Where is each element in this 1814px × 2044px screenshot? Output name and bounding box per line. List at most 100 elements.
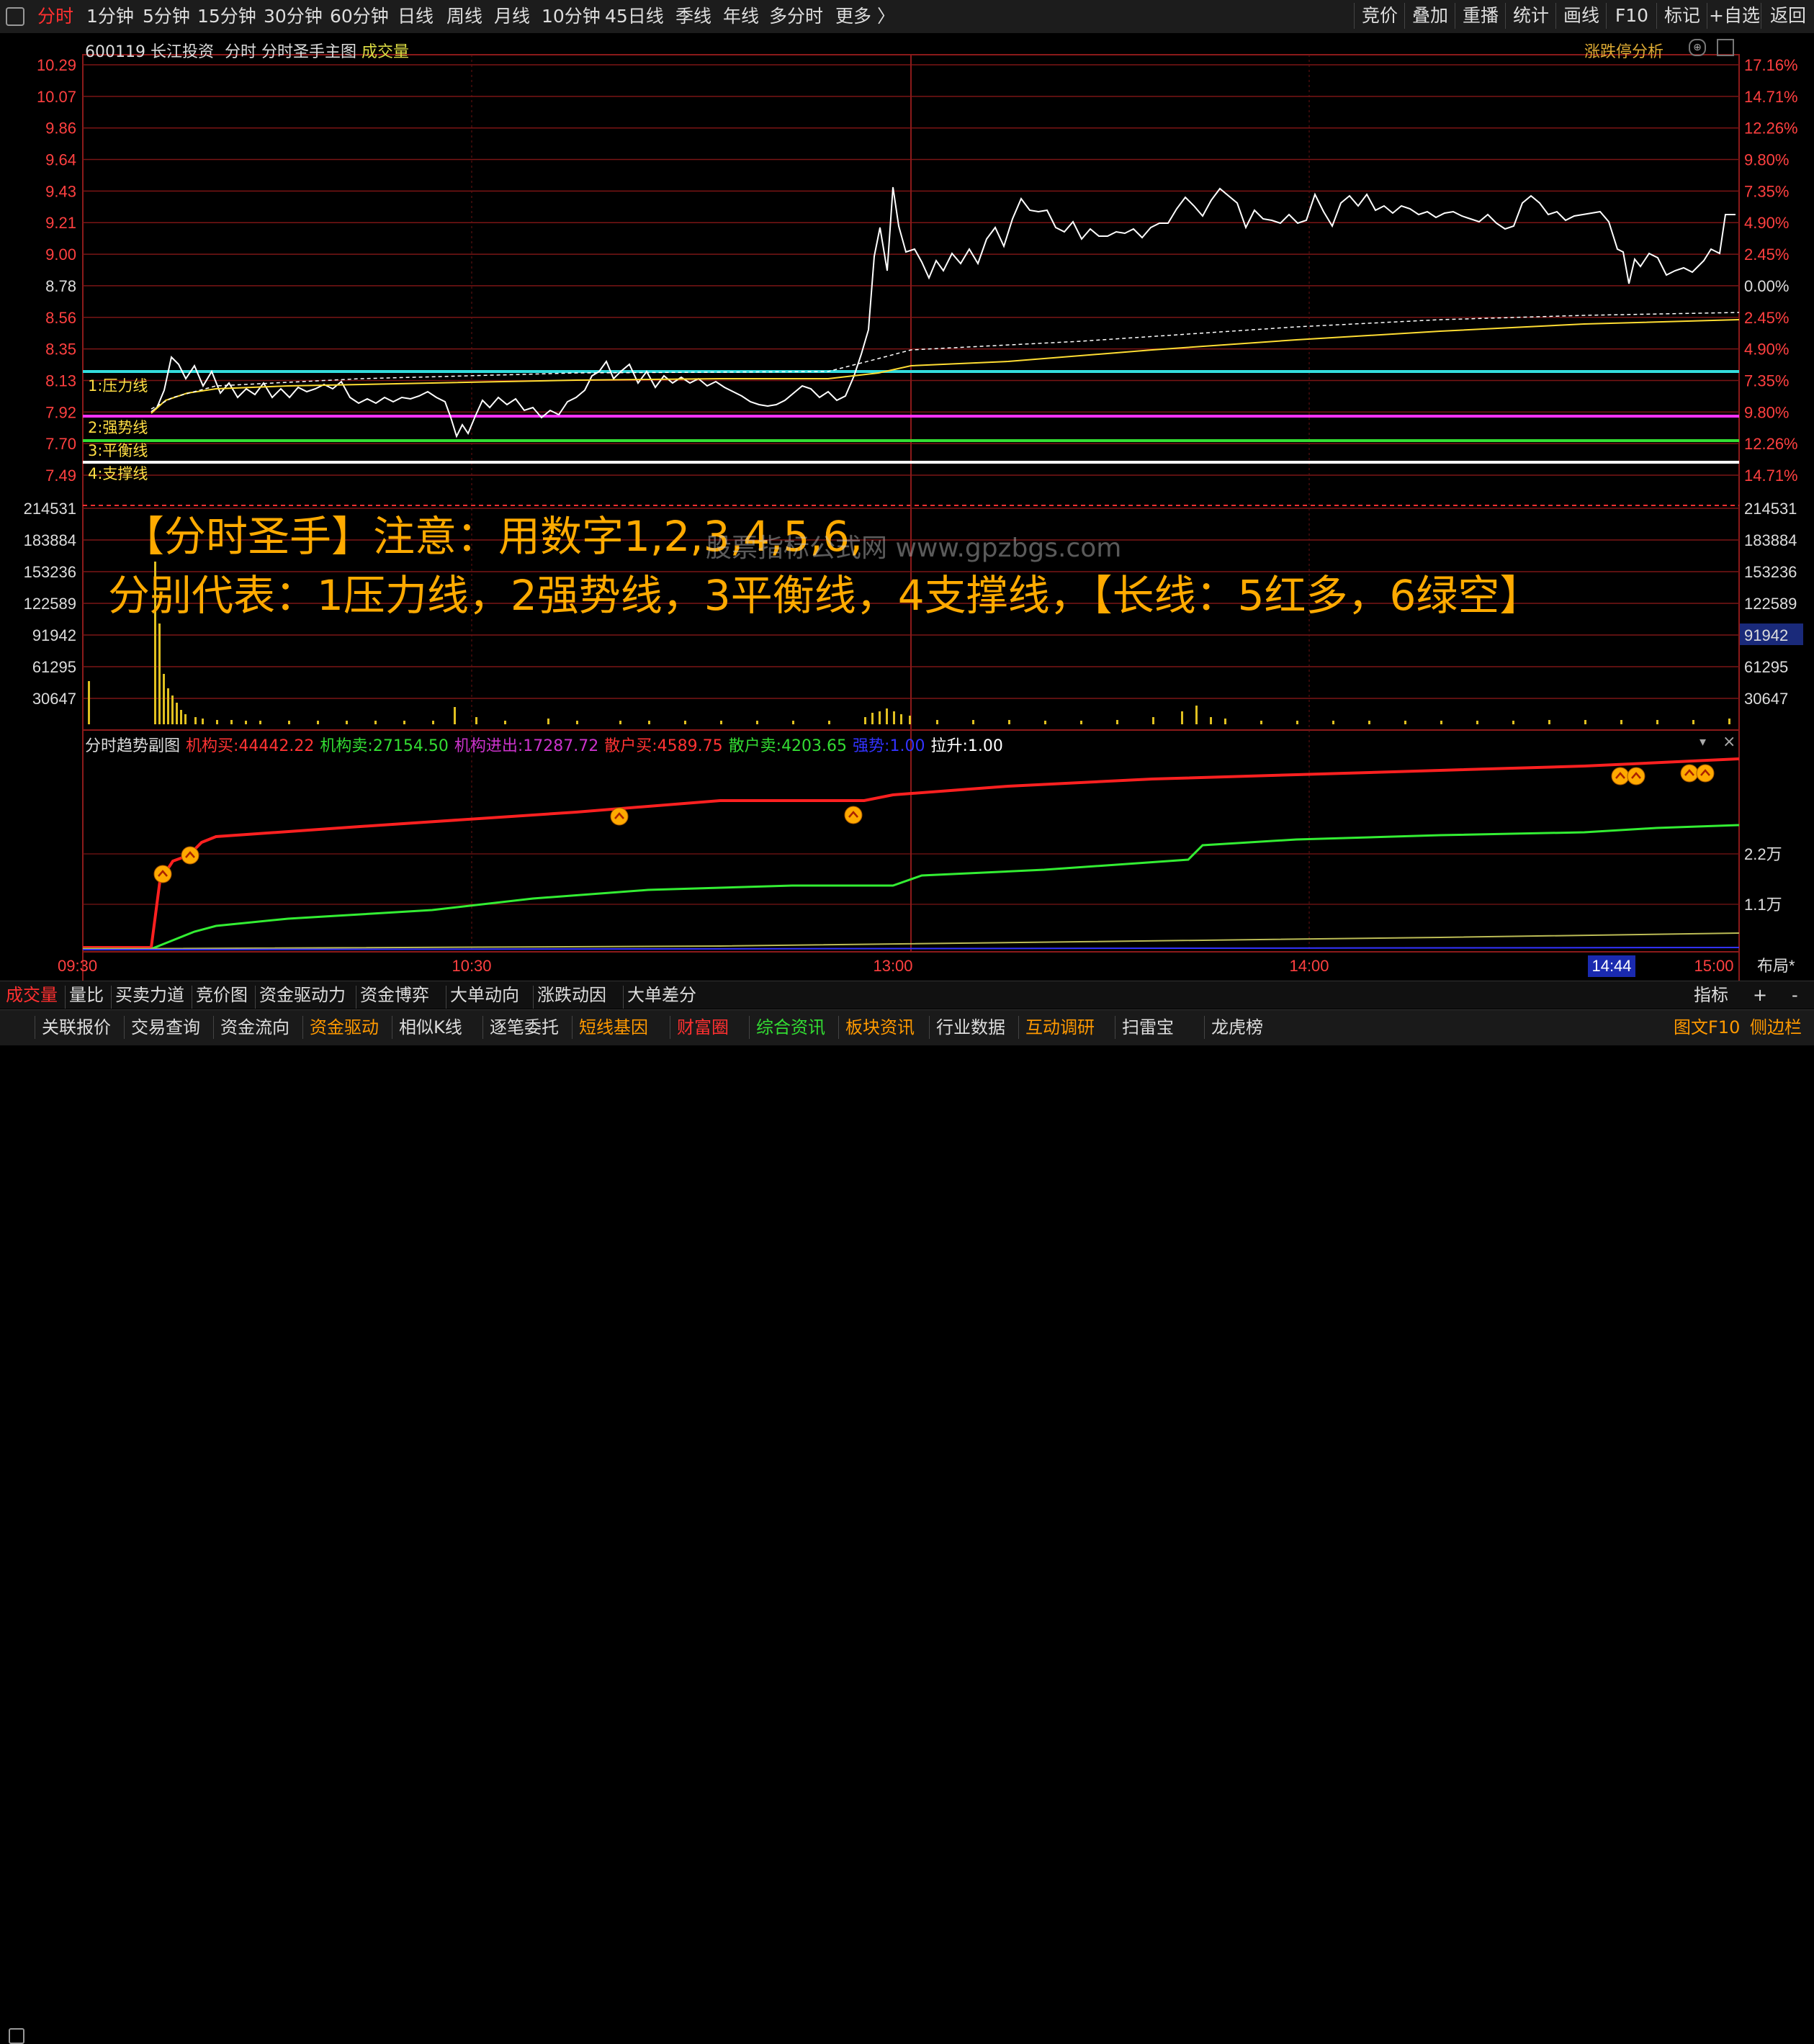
price-tick-left: 8.78	[45, 277, 76, 295]
close-subchart-icon[interactable]: ×	[1723, 733, 1736, 751]
bottom-link-13[interactable]: 龙虎榜	[1211, 1016, 1263, 1039]
close-panel-icon[interactable]	[1717, 39, 1734, 56]
toolbar-button-8[interactable]: 返回	[1761, 3, 1814, 29]
toolbar-button-6[interactable]: 标记	[1656, 3, 1707, 29]
bottom-link-4[interactable]: 相似K线	[399, 1016, 462, 1039]
buy-signal-icon[interactable]	[153, 865, 172, 883]
link-separator	[1204, 1016, 1205, 1039]
bottom-right-link-1[interactable]: 侧边栏	[1750, 1016, 1802, 1039]
indicator-tab-3[interactable]: 竞价图	[196, 984, 248, 1006]
link-separator	[124, 1016, 125, 1039]
period-tab-14[interactable]: 更多 〉	[835, 4, 895, 29]
tab-separator	[111, 986, 112, 1009]
indicator-name[interactable]: 分时圣手主图	[261, 43, 356, 61]
buy-signal-icon[interactable]	[1696, 764, 1715, 783]
period-tab-4[interactable]: 30分钟	[264, 4, 323, 29]
bottom-link-3[interactable]: 资金驱动	[310, 1016, 379, 1039]
period-tab-12[interactable]: 年线	[723, 4, 759, 29]
bottom-link-0[interactable]: 关联报价	[42, 1016, 111, 1039]
volume-label[interactable]: 成交量	[362, 43, 409, 61]
subchart-legend-0: 机构买:44442.22	[186, 737, 314, 755]
pct-tick-right: 4.90%	[1744, 214, 1789, 232]
price-tick-left: 7.70	[45, 435, 76, 453]
subchart-legend-2: 机构进出:17287.72	[454, 737, 598, 755]
volume-tick-left: 153236	[24, 563, 76, 581]
period-tab-13[interactable]: 多分时	[769, 4, 823, 29]
price-tick-left: 9.86	[45, 120, 76, 138]
buy-signal-icon[interactable]	[181, 846, 199, 865]
period-tab-7[interactable]: 周线	[446, 4, 482, 29]
indicator-tab-6[interactable]: 大单动向	[450, 984, 519, 1006]
menu-icon[interactable]	[6, 7, 24, 26]
volume-bar	[1656, 720, 1658, 724]
panel-menu-icon[interactable]	[9, 2028, 24, 2044]
indicator-tab-2[interactable]: 买卖力道	[115, 984, 184, 1006]
limit-analysis-link[interactable]: 涨跌停分析	[1584, 39, 1663, 62]
indicator-tab-8[interactable]: 大单差分	[627, 984, 696, 1006]
volume-bar	[194, 717, 197, 724]
bottom-link-2[interactable]: 资金流向	[220, 1016, 289, 1039]
period-tab-11[interactable]: 季线	[675, 4, 711, 29]
volume-bar	[684, 721, 686, 724]
volume-bar	[972, 720, 974, 724]
toolbar-button-7[interactable]: +自选	[1707, 3, 1761, 29]
period-tab-8[interactable]: 月线	[494, 4, 530, 29]
tab-separator	[533, 986, 534, 1009]
indicator-right-2[interactable]: -	[1792, 984, 1798, 1006]
bottom-link-8[interactable]: 综合资讯	[756, 1016, 825, 1039]
toolbar-button-5[interactable]: F10	[1606, 3, 1657, 29]
period-tab-5[interactable]: 60分钟	[330, 4, 389, 29]
collapse-icon[interactable]: ▾	[1699, 734, 1706, 749]
indicator-tab-0[interactable]: 成交量	[6, 984, 58, 1006]
volume-bar	[648, 721, 650, 724]
toolbar-button-0[interactable]: 竞价	[1354, 3, 1405, 29]
period-tab-6[interactable]: 日线	[398, 4, 434, 29]
volume-bar	[158, 623, 161, 724]
indicator-right-0[interactable]: 指标	[1694, 984, 1728, 1006]
bottom-link-6[interactable]: 短线基因	[579, 1016, 648, 1039]
indicator-tab-7[interactable]: 涨跌动因	[537, 984, 606, 1006]
indicator-tabs: 成交量 量比 买卖力道 竞价图 资金驱动力 资金博弈 大单动向 涨跌动因 大单差分 指标 + -	[0, 981, 1814, 1009]
toolbar-button-4[interactable]: 画线	[1555, 3, 1607, 29]
toolbar-button-3[interactable]: 统计	[1505, 3, 1556, 29]
bottom-link-9[interactable]: 板块资讯	[845, 1016, 915, 1039]
period-tab-3[interactable]: 15分钟	[197, 4, 256, 29]
period-tab-1[interactable]: 1分钟	[86, 4, 134, 29]
volume-bar	[230, 720, 233, 724]
volume-bar	[1008, 720, 1010, 724]
bottom-link-1[interactable]: 交易查询	[131, 1016, 200, 1039]
volume-tick-right: 153236	[1744, 563, 1797, 581]
bottom-link-5[interactable]: 逐笔委托	[490, 1016, 559, 1039]
period-tab-10[interactable]: 45日线	[605, 4, 664, 29]
indicator-tab-5[interactable]: 资金博弈	[360, 984, 429, 1006]
layout-label[interactable]: 布局*	[1757, 957, 1795, 975]
bottom-link-7[interactable]: 财富圈	[677, 1016, 729, 1039]
indicator-tab-1[interactable]: 量比	[69, 984, 104, 1006]
toolbar-button-2[interactable]: 重播	[1455, 3, 1506, 29]
legend-label: 机构买:	[186, 737, 239, 755]
indicator-tab-4[interactable]: 资金驱动力	[259, 984, 346, 1006]
buy-signal-icon[interactable]	[844, 806, 863, 824]
period-tab-0[interactable]: 分时	[37, 4, 73, 29]
bottom-link-12[interactable]: 扫雷宝	[1122, 1016, 1174, 1039]
volume-bar	[163, 674, 165, 724]
period-tab-9[interactable]: 10分钟	[542, 4, 601, 29]
buy-signal-icon[interactable]	[610, 807, 629, 826]
buy-signal-icon[interactable]	[1627, 767, 1645, 785]
buy-signal-icon[interactable]	[1611, 767, 1630, 785]
bottom-link-10[interactable]: 行业数据	[936, 1016, 1005, 1039]
period-tab-2[interactable]: 5分钟	[143, 4, 190, 29]
settings-icon[interactable]: ⊕	[1689, 39, 1706, 56]
buy-signal-icon[interactable]	[1680, 764, 1699, 783]
price-tick-left: 9.64	[45, 151, 76, 169]
legend-value: 44442.22	[238, 737, 315, 755]
toolbar-button-1[interactable]: 叠加	[1404, 3, 1455, 29]
sub-chart-header: 分时趋势副图 机构买:44442.22 机构卖:27154.50 机构进出:17287…	[85, 733, 1009, 756]
legend-value: 27154.50	[372, 737, 449, 755]
volume-bar	[1152, 717, 1154, 724]
indicator-right-1[interactable]: +	[1753, 984, 1767, 1006]
volume-bar	[1440, 721, 1442, 724]
legend-value: 1.00	[967, 737, 1003, 755]
bottom-link-11[interactable]: 互动调研	[1025, 1016, 1095, 1039]
bottom-right-link-0[interactable]: 图文F10	[1674, 1016, 1740, 1039]
